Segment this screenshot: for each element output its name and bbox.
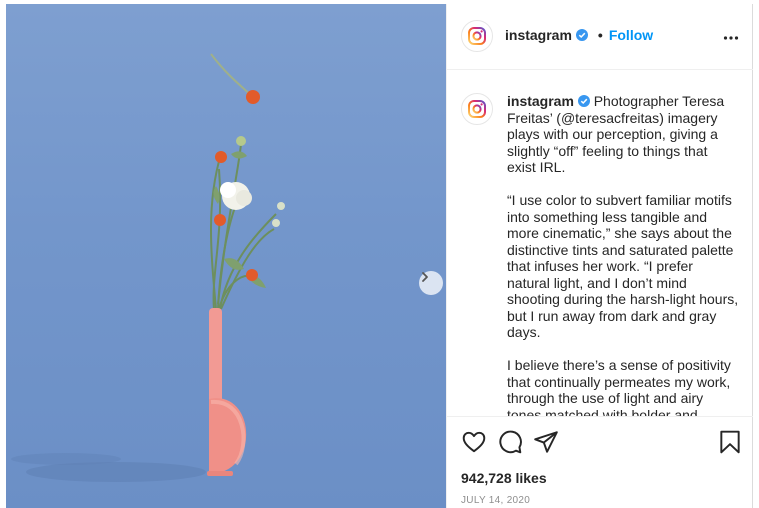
floating-flower	[246, 90, 260, 104]
flower-bud	[277, 202, 285, 210]
comment-icon[interactable]	[497, 429, 523, 455]
instagram-logo-icon	[468, 27, 486, 45]
flower-shadow	[11, 453, 121, 465]
post-header: instagram • Follow	[447, 4, 753, 70]
share-icon[interactable]	[533, 429, 559, 455]
instagram-logo-icon	[468, 100, 486, 118]
separator-dot: •	[597, 27, 603, 43]
likes-count[interactable]: 942,728 likes	[461, 470, 547, 486]
instagram-post-view: instagram • Follow instagram Photographe…	[0, 0, 759, 508]
pink-vase	[207, 308, 247, 476]
vase-flowers-illustration	[11, 53, 285, 482]
heart-icon[interactable]	[461, 429, 487, 455]
caption-paragraph-1: instagram Photographer Teresa Freitas’ (…	[507, 93, 739, 176]
verified-badge-icon	[575, 29, 588, 41]
follow-button[interactable]: Follow	[609, 27, 653, 43]
caption-paragraph-3: I believe there’s a sense of positivity …	[507, 357, 731, 416]
flower-bud	[272, 219, 280, 227]
vase-shadow	[26, 462, 206, 482]
bookmark-icon[interactable]	[717, 429, 743, 455]
caption-username[interactable]: instagram	[507, 93, 574, 109]
header-user-row: instagram • Follow	[505, 27, 653, 43]
flower-bud	[236, 136, 246, 146]
post-details-panel: instagram • Follow instagram Photographe…	[446, 4, 753, 508]
more-options-icon[interactable]	[723, 30, 739, 46]
username-link[interactable]: instagram	[505, 27, 572, 43]
caption-avatar[interactable]	[461, 93, 493, 125]
verified-badge-icon	[577, 95, 590, 107]
floating-stem	[210, 53, 253, 97]
profile-avatar[interactable]	[461, 20, 493, 52]
flower-stems	[210, 143, 277, 310]
comments-area[interactable]: instagram Photographer Teresa Freitas’ (…	[447, 71, 753, 416]
orange-flower	[214, 214, 226, 226]
mention-link[interactable]: @teresacfreitas	[561, 110, 659, 126]
chevron-right-icon	[422, 272, 428, 282]
orange-flower	[215, 151, 227, 163]
white-flower	[220, 182, 252, 210]
next-photo-button[interactable]	[419, 271, 443, 295]
caption-paragraph-2: “I use color to subvert familiar motifs …	[507, 192, 739, 340]
action-bar: 942,728 likes JULY 14, 2020	[447, 416, 753, 508]
post-photo[interactable]	[6, 4, 446, 508]
post-date[interactable]: JULY 14, 2020	[461, 495, 530, 506]
post-caption: instagram Photographer Teresa Freitas’ (…	[507, 93, 739, 416]
orange-flower	[246, 269, 258, 281]
